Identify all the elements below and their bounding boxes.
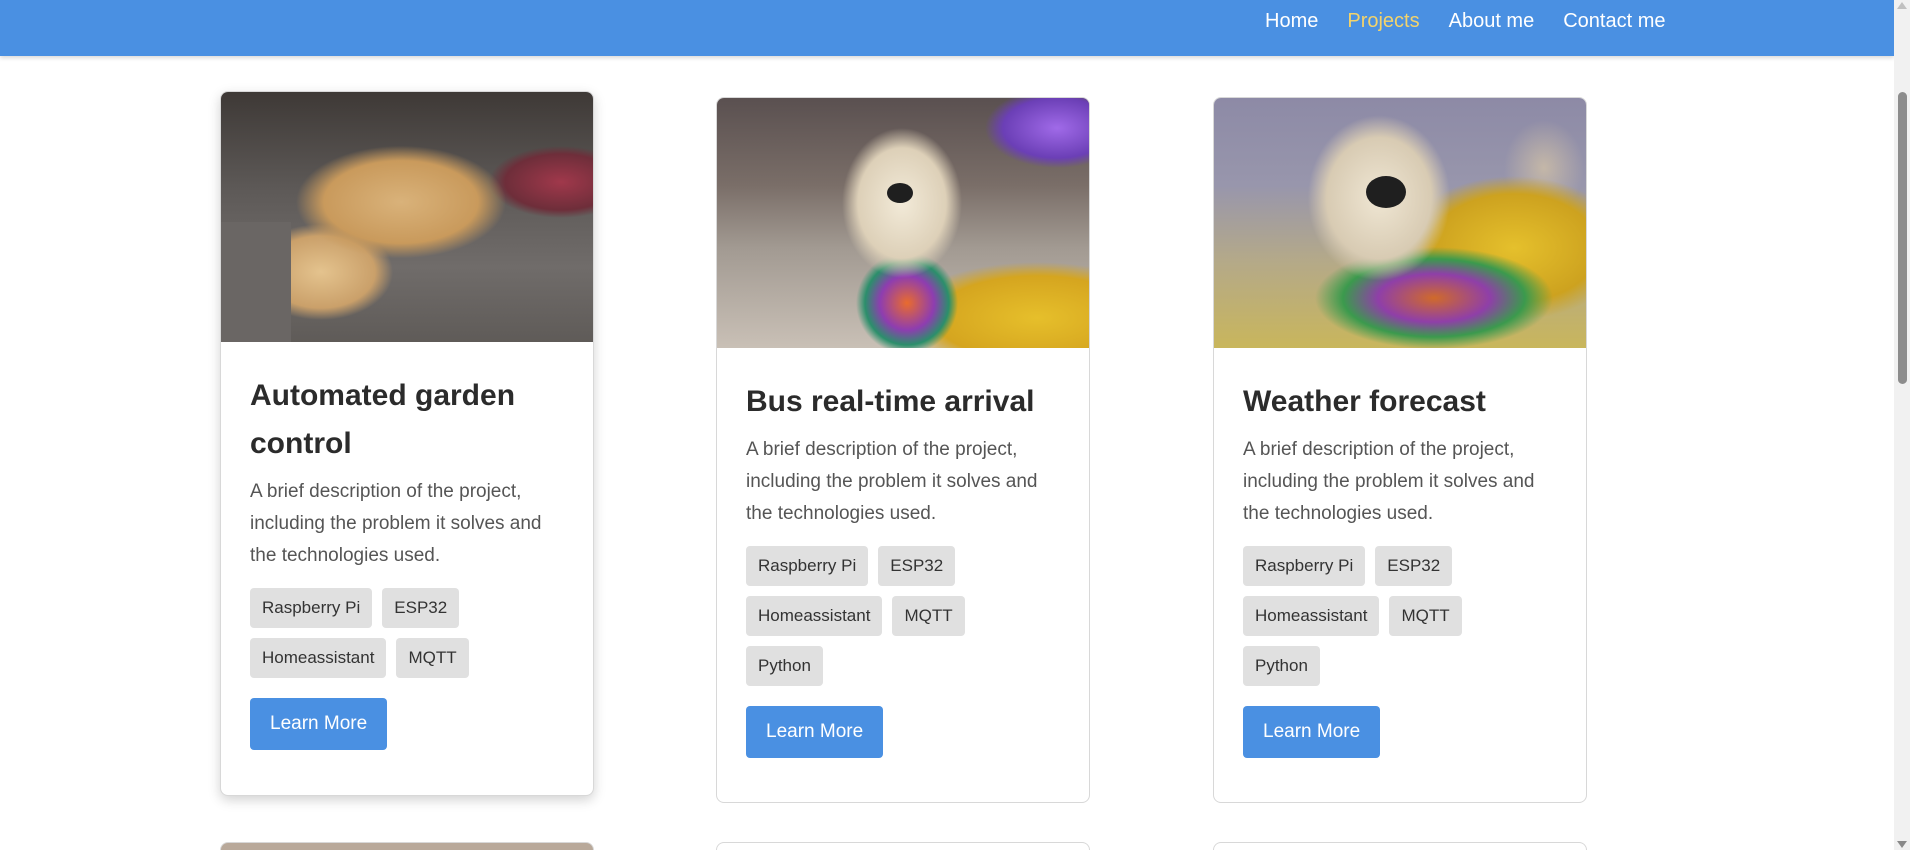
project-title: Bus real-time arrival: [746, 385, 1035, 418]
learn-more-button[interactable]: Learn More: [250, 698, 388, 750]
nav-projects-link[interactable]: Projects: [1347, 10, 1419, 33]
learn-more-button[interactable]: Learn More: [746, 706, 884, 758]
chevron-up-icon[interactable]: [1897, 2, 1907, 9]
learn-more-button[interactable]: Learn More: [1243, 706, 1381, 758]
nav-links: Home Projects About me Contact me: [1265, 0, 1694, 42]
nav-contact-link[interactable]: Contact me: [1563, 10, 1665, 33]
card-body: Bus real-time arrival A brief descriptio…: [717, 348, 1089, 788]
card-body: Weather forecast A brief description of …: [1214, 348, 1586, 788]
tag-list: Raspberry Pi ESP32 Homeassistant MQTT Py…: [1243, 546, 1557, 696]
tag: Homeassistant: [746, 596, 883, 636]
tag: Homeassistant: [250, 638, 387, 678]
tag: Raspberry Pi: [746, 546, 869, 586]
project-description: A brief description of the project, incl…: [250, 481, 542, 566]
chevron-down-icon[interactable]: [1897, 841, 1907, 848]
project-description: A brief description of the project, incl…: [1243, 439, 1535, 524]
tag: ESP32: [1375, 546, 1453, 586]
nav-about-link[interactable]: About me: [1449, 10, 1535, 33]
tag: ESP32: [382, 588, 460, 628]
tag: Raspberry Pi: [250, 588, 373, 628]
dog-nose-shape: [887, 183, 913, 203]
scroll-thumb[interactable]: [1898, 92, 1907, 384]
tag: Homeassistant: [1243, 596, 1380, 636]
project-image-dog-rope: [717, 98, 1089, 348]
tag: Python: [746, 646, 823, 686]
project-card-weather: Weather forecast A brief description of …: [1213, 97, 1587, 803]
tag: MQTT: [892, 596, 965, 636]
tag: MQTT: [1389, 596, 1462, 636]
dog-nose-shape: [1366, 176, 1406, 208]
project-image-dog-closeup: [1214, 98, 1586, 348]
tag: Python: [1243, 646, 1320, 686]
project-title: Weather forecast: [1243, 385, 1486, 418]
couch-arm-shape: [221, 222, 291, 342]
page-scrollbar[interactable]: [1894, 0, 1910, 850]
project-description: A brief description of the project, incl…: [746, 439, 1038, 524]
card-body: Automated garden control A brief descrip…: [221, 342, 593, 780]
tag-list: Raspberry Pi ESP32 Homeassistant MQTT Py…: [746, 546, 1060, 696]
tag: ESP32: [878, 546, 956, 586]
project-image-dog-couch: [221, 92, 593, 342]
project-title: Automated garden control: [250, 379, 516, 460]
nav-home-link[interactable]: Home: [1265, 10, 1318, 33]
tag-list: Raspberry Pi ESP32 Homeassistant MQTT: [250, 588, 564, 688]
next-card-peek: [716, 842, 1090, 850]
tag: MQTT: [396, 638, 469, 678]
project-card-bus: Bus real-time arrival A brief descriptio…: [716, 97, 1090, 803]
project-card-garden: Automated garden control A brief descrip…: [220, 91, 594, 796]
next-card-peek: [1213, 842, 1587, 850]
tag: Raspberry Pi: [1243, 546, 1366, 586]
next-card-peek: [220, 842, 594, 850]
top-navbar: Home Projects About me Contact me: [0, 0, 1894, 56]
